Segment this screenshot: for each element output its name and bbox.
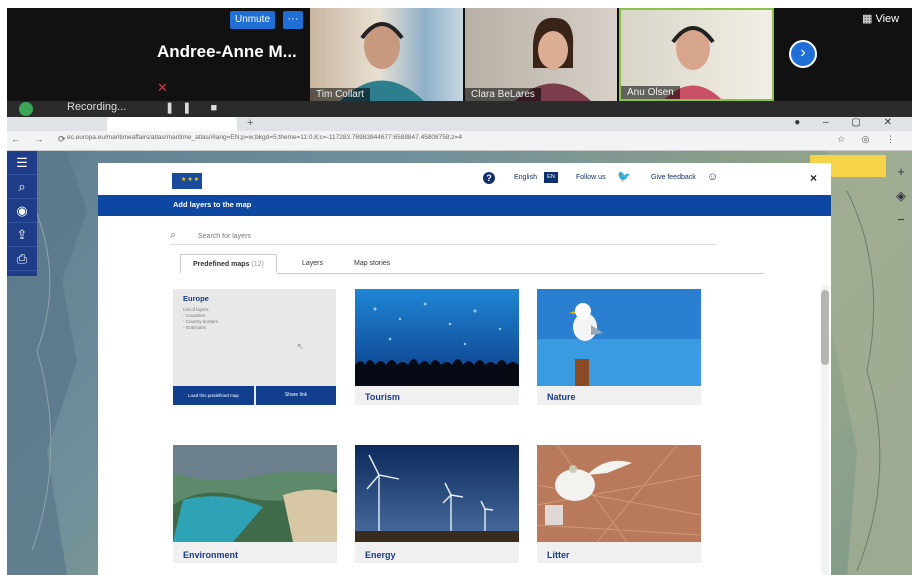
card-image <box>537 445 701 542</box>
add-layers-modal: ★★★ ? English EN Follow us 🐦 Give feedba… <box>98 163 831 575</box>
participant-name: Clara BeLares <box>465 88 541 101</box>
card-caption: Energy <box>365 550 396 560</box>
search-icon: ⌕ <box>170 229 177 241</box>
card-caption: Environment <box>183 550 239 560</box>
grid-icon: ▦ <box>862 13 873 25</box>
presenter-name: Andree-Anne M... <box>157 42 297 61</box>
card-caption: Nature <box>547 392 576 402</box>
unmute-button[interactable]: Unmute <box>230 11 276 29</box>
card-image <box>355 445 519 542</box>
modal-scrollbar-thumb[interactable] <box>821 290 829 365</box>
predefined-map-card-energy[interactable]: Energy <box>355 445 519 563</box>
recording-status: Recording... <box>67 101 127 113</box>
zoom-controls[interactable]: + ◈ − <box>892 160 910 232</box>
address-bar: ← → ⟳ ec.europa.eu/maritimeaffairs/atlas… <box>7 131 912 151</box>
compass-icon[interactable]: ◈ <box>892 184 910 208</box>
predefined-map-card-litter[interactable]: Litter <box>537 445 701 563</box>
help-icon[interactable]: ? <box>483 172 495 184</box>
search-icon[interactable]: ⌕ <box>7 175 37 199</box>
tab-count: (12) <box>251 261 264 268</box>
more-options-button[interactable]: ··· <box>283 11 303 29</box>
menu-icon[interactable]: ☰ <box>7 151 37 175</box>
participant-name: Anu Olsen <box>621 86 680 99</box>
close-button[interactable]: × <box>810 171 817 185</box>
tab-predefined-maps[interactable]: Predefined maps (12) <box>180 254 277 274</box>
video-call-bar: Unmute ··· Andree-Anne M... ✕ Tim Collar… <box>7 8 912 101</box>
participant-tile: Tim Collart <box>310 8 463 101</box>
load-predefined-map-button[interactable]: Load this predefined map <box>173 386 254 405</box>
browser-tab-bar: + ● – ▢ ✕ <box>7 117 912 131</box>
view-label: View <box>875 13 900 25</box>
feedback-smile-icon[interactable]: ☺ <box>707 171 718 183</box>
layer-list-line: - Country borders <box>183 319 219 324</box>
presenter-tile: Unmute ··· Andree-Anne M... ✕ <box>152 8 312 101</box>
card-caption: Tourism <box>365 392 400 402</box>
layer-list-line: - Countries <box>183 313 206 318</box>
modal-header: ★★★ ? English EN Follow us 🐦 Give feedba… <box>98 163 831 195</box>
next-participants-button[interactable]: › <box>789 40 817 68</box>
screen: Unmute ··· Andree-Anne M... ✕ Tim Collar… <box>0 0 916 575</box>
card-image <box>537 289 701 386</box>
security-shield-icon <box>19 102 33 116</box>
predefined-map-card-nature[interactable]: Nature <box>537 289 701 405</box>
mouse-cursor-icon: ↖ <box>297 342 304 351</box>
view-button[interactable]: ▦ View <box>862 12 899 25</box>
recording-controls[interactable]: ❚❚ ■ <box>165 101 225 114</box>
share-icon[interactable]: ⇪ <box>7 223 37 247</box>
tab-label: Predefined maps <box>193 261 250 268</box>
layer-list-line: - Graticules <box>183 325 207 330</box>
nav-buttons[interactable]: ← → ⟳ <box>11 134 72 145</box>
follow-us-link[interactable]: Follow us <box>576 174 606 181</box>
card-image <box>355 289 519 386</box>
layer-list-line: List of layers: <box>183 307 210 312</box>
language-code-badge[interactable]: EN <box>544 172 558 183</box>
browser-tab[interactable] <box>107 117 237 131</box>
print-icon[interactable]: ⎙ <box>7 247 37 271</box>
participant-tile: Clara BeLares <box>465 8 617 101</box>
extension-icons[interactable]: ☆ ◎ ⋮ <box>837 134 902 145</box>
modal-title: Add layers to the map <box>173 200 252 209</box>
language-selector[interactable]: English <box>514 174 537 181</box>
modal-tabs: Predefined maps (12) Layers Map stories <box>180 254 764 274</box>
predefined-map-card-tourism[interactable]: Tourism <box>355 289 519 405</box>
participant-name: Tim Collart <box>310 88 370 101</box>
tab-map-stories[interactable]: Map stories <box>342 254 402 274</box>
participant-tile-active-speaker: Anu Olsen <box>619 8 774 101</box>
zoom-in-icon[interactable]: + <box>892 160 910 184</box>
card-caption: Litter <box>547 550 570 560</box>
layer-search: ⌕ <box>170 229 716 245</box>
url-field[interactable]: ec.europa.eu/maritimeaffairs/atlas/marit… <box>67 134 487 141</box>
predefined-map-card-europe[interactable]: Europe List of layers: - Countries - Cou… <box>173 289 336 405</box>
new-tab-icon[interactable]: + <box>247 117 253 129</box>
twitter-icon[interactable]: 🐦 <box>617 172 631 183</box>
map-toolbar: ☰ ⌕ ◉ ⇪ ⎙ <box>7 151 37 276</box>
search-input[interactable] <box>198 230 698 243</box>
eu-logo: ★★★ <box>172 173 202 189</box>
predefined-map-card-environment[interactable]: Environment <box>173 445 337 563</box>
give-feedback-link[interactable]: Give feedback <box>651 174 696 181</box>
window-controls[interactable]: ● – ▢ ✕ <box>794 117 902 128</box>
card-image <box>173 445 337 542</box>
share-link-button[interactable]: Share link <box>256 386 336 405</box>
zoom-out-icon[interactable]: − <box>892 208 910 232</box>
recording-bar: Recording... ❚❚ ■ <box>7 101 912 117</box>
card-title: Europe <box>183 294 209 303</box>
modal-title-band: Add layers to the map <box>98 195 831 216</box>
tab-layers[interactable]: Layers <box>290 254 335 274</box>
layers-icon[interactable]: ◉ <box>7 199 37 223</box>
mic-muted-icon: ✕ <box>157 80 168 95</box>
